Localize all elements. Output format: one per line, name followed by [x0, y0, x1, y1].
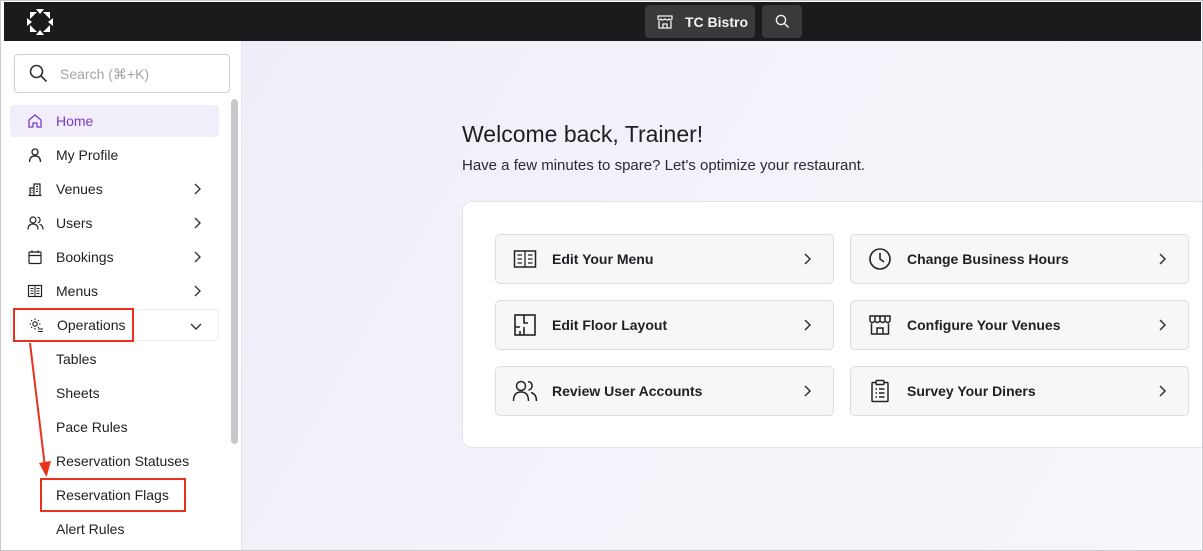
app-logo-icon[interactable]: [26, 8, 54, 36]
sidebar-item-my-profile[interactable]: My Profile: [10, 139, 219, 171]
chevron-down-icon: [190, 323, 202, 330]
sidebar-item-home[interactable]: Home: [10, 105, 219, 137]
building-icon: [26, 180, 44, 198]
chevron-right-icon: [1159, 253, 1167, 265]
chevron-right-icon: [804, 253, 812, 265]
menu-book-icon: [26, 282, 44, 300]
main-content: Welcome back, Trainer! Have a few minute…: [242, 41, 1202, 550]
action-label: Configure Your Venues: [907, 317, 1061, 333]
chevron-right-icon: [804, 385, 812, 397]
sidebar-item-menus[interactable]: Menus: [10, 275, 219, 307]
sidebar-subitem-alert-rules[interactable]: Alert Rules: [56, 521, 124, 537]
users-icon: [512, 378, 538, 404]
sidebar-subitem-sheets[interactable]: Sheets: [56, 385, 100, 401]
edit-your-menu-button[interactable]: Edit Your Menu: [495, 234, 834, 284]
app-window: TC Bistro Home: [0, 0, 1203, 551]
sidebar-subitem-pace-rules[interactable]: Pace Rules: [56, 419, 128, 435]
chevron-right-icon: [194, 285, 201, 297]
sidebar-subitem-tables[interactable]: Tables: [56, 351, 96, 367]
clipboard-icon: [867, 378, 893, 404]
search-icon: [775, 14, 789, 29]
sidebar-item-label: Home: [56, 113, 94, 129]
sidebar-scrollbar[interactable]: [231, 99, 238, 444]
welcome-subtitle: Have a few minutes to spare? Let's optim…: [462, 157, 866, 174]
action-label: Survey Your Diners: [907, 383, 1036, 399]
home-icon: [26, 112, 44, 130]
action-label: Edit Your Menu: [552, 251, 654, 267]
storefront-icon: [657, 14, 673, 29]
chevron-right-icon: [194, 217, 201, 229]
chevron-right-icon: [194, 251, 201, 263]
change-business-hours-button[interactable]: Change Business Hours: [850, 234, 1189, 284]
sidebar-item-bookings[interactable]: Bookings: [10, 241, 219, 273]
review-user-accounts-button[interactable]: Review User Accounts: [495, 366, 834, 416]
users-icon: [26, 214, 44, 232]
sidebar-item-label: Venues: [56, 181, 103, 197]
survey-your-diners-button[interactable]: Survey Your Diners: [850, 366, 1189, 416]
sidebar-item-venues[interactable]: Venues: [10, 173, 219, 205]
venue-switcher-button[interactable]: TC Bistro: [645, 5, 755, 38]
configure-your-venues-button[interactable]: Configure Your Venues: [850, 300, 1189, 350]
chevron-right-icon: [804, 319, 812, 331]
global-search-button[interactable]: [762, 5, 802, 38]
storefront-icon: [867, 312, 893, 338]
quick-actions-card: Edit Your Menu Change Business Hours Edi…: [462, 201, 1202, 448]
action-label: Review User Accounts: [552, 383, 703, 399]
action-label: Edit Floor Layout: [552, 317, 668, 333]
sidebar-item-users[interactable]: Users: [10, 207, 219, 239]
chevron-right-icon: [1159, 385, 1167, 397]
top-bar: TC Bistro: [4, 2, 1201, 41]
sidebar-search-input[interactable]: [60, 65, 210, 82]
chevron-right-icon: [1159, 319, 1167, 331]
search-icon: [29, 64, 48, 83]
user-icon: [26, 146, 44, 164]
action-label: Change Business Hours: [907, 251, 1069, 267]
highlight-box-operations: [13, 308, 134, 342]
chevron-right-icon: [194, 183, 201, 195]
edit-floor-layout-button[interactable]: Edit Floor Layout: [495, 300, 834, 350]
highlight-box-reservation-flags: [40, 478, 186, 512]
sidebar-item-label: Menus: [56, 283, 99, 299]
calendar-icon: [26, 248, 44, 266]
venue-name: TC Bistro: [685, 13, 748, 30]
sidebar-search[interactable]: [14, 54, 230, 93]
floor-plan-icon: [512, 312, 538, 338]
clock-icon: [867, 246, 893, 272]
annotation-arrow-icon: [29, 342, 51, 477]
menu-icon: [512, 246, 538, 272]
sidebar-item-label: My Profile: [56, 147, 119, 163]
welcome-heading: Welcome back, Trainer!: [462, 121, 704, 147]
sidebar-subitem-reservation-statuses[interactable]: Reservation Statuses: [56, 453, 189, 469]
sidebar-item-label: Bookings: [56, 249, 114, 265]
sidebar-item-label: Users: [56, 215, 93, 231]
